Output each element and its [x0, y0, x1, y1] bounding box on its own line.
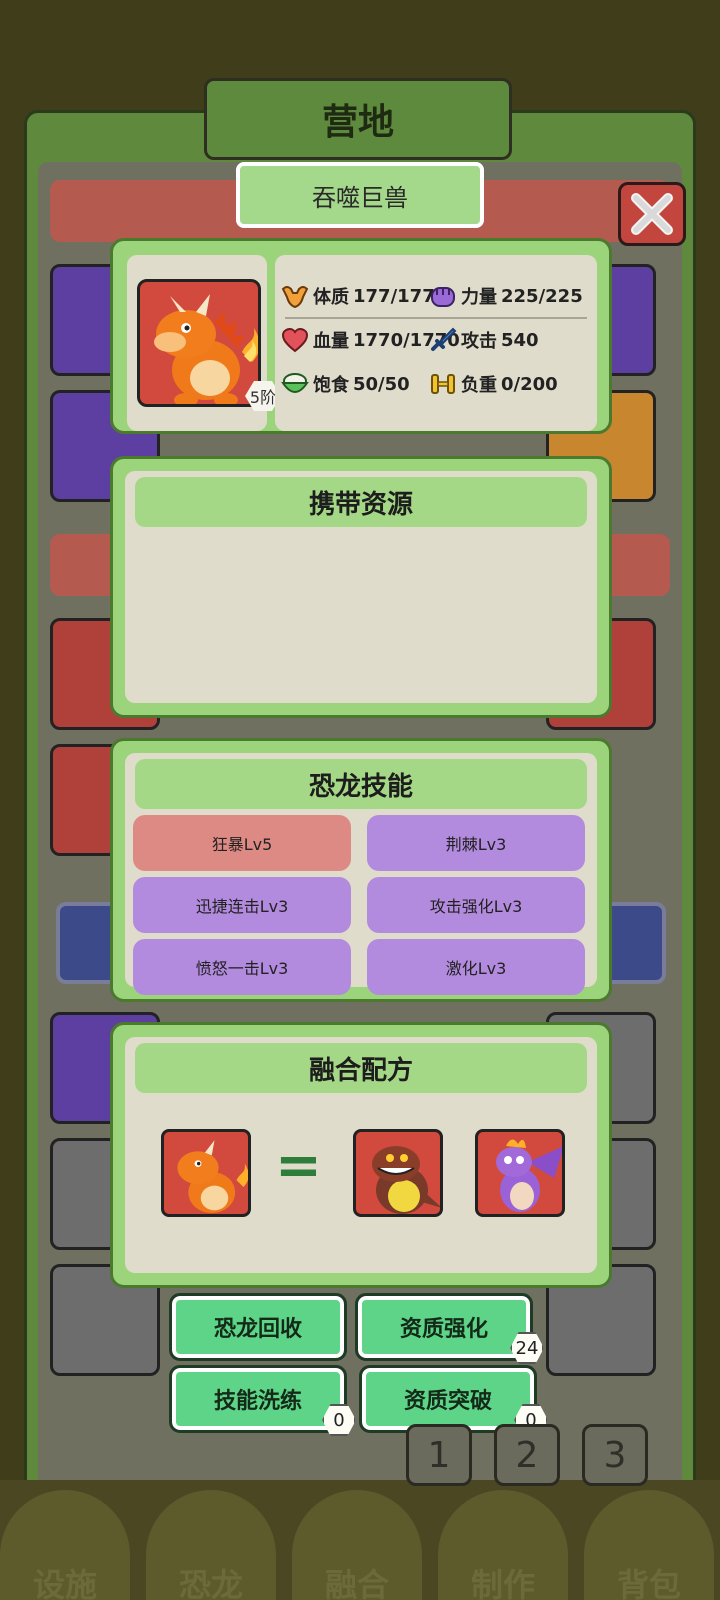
skill-item[interactable]: 迅捷连击Lv3 [133, 877, 351, 933]
skill-item[interactable]: 狂暴Lv5 [133, 815, 351, 871]
page-title: 营地 [204, 78, 512, 160]
dino-portrait [137, 279, 261, 407]
stat-label: 饱食 [313, 375, 349, 396]
portrait-frame: 5阶 [127, 255, 281, 431]
nav-label: 制作 [470, 1566, 535, 1600]
recipe-content: 融合配方 = [125, 1037, 597, 1273]
stat-value: 225/225 [501, 285, 583, 307]
sword-icon [431, 327, 457, 351]
recipe-result-slot[interactable] [161, 1129, 251, 1217]
skill-item[interactable]: 激化Lv3 [367, 939, 585, 995]
page-button-3[interactable]: 3 [582, 1424, 648, 1486]
skills-header: 恐龙技能 [135, 759, 587, 809]
page-button-1[interactable]: 1 [406, 1424, 472, 1486]
recipe-header: 融合配方 [135, 1043, 587, 1093]
close-button[interactable] [618, 182, 686, 246]
stat-value: 177/177 [353, 285, 435, 307]
stat-label: 力量 [461, 287, 497, 308]
stats-divider [285, 317, 587, 319]
skill-item[interactable]: 攻击强化Lv3 [367, 877, 585, 933]
muscle-icon [281, 286, 309, 309]
dumbbell-icon [431, 374, 455, 394]
nav-label: 融合 [324, 1566, 389, 1600]
close-icon [631, 193, 673, 235]
stat-value: 0/200 [501, 373, 558, 395]
recipe-panel: 融合配方 = [110, 1022, 612, 1288]
fire-dino-image [177, 1140, 248, 1214]
dino-name: 吞噬巨兽 [236, 162, 484, 228]
skill-reroll-button[interactable]: 技能洗练 [169, 1365, 347, 1433]
heart-icon [281, 327, 309, 353]
recipe-ingredient-slot[interactable] [353, 1129, 443, 1217]
stat-attack: 攻击 540 [429, 327, 539, 353]
equals-sign: = [275, 1133, 322, 1198]
page-button-2[interactable]: 2 [494, 1424, 560, 1486]
recycle-dino-button[interactable]: 恐龙回收 [169, 1293, 347, 1361]
lava-dino-image [372, 1146, 440, 1214]
enhance-aptitude-button[interactable]: 资质强化 [355, 1293, 533, 1361]
aptitude-breakthrough-button[interactable]: 资质突破 [359, 1365, 537, 1433]
stat-load: 负重 0/200 [429, 371, 558, 397]
stat-satiety: 饱食 50/50 [281, 371, 410, 397]
skill-item[interactable]: 荆棘Lv3 [367, 815, 585, 871]
nav-label: 恐龙 [178, 1566, 243, 1600]
stat-label: 体质 [313, 287, 349, 308]
stat-constitution: 体质 177/177 [281, 283, 435, 309]
stat-label: 负重 [461, 375, 497, 396]
stats-box: 体质 177/177 力量 225/225 血量 1770/1770 攻击 54… [275, 255, 597, 431]
recipe-ingredient-slot[interactable] [475, 1129, 565, 1217]
skills-content: 恐龙技能 狂暴Lv5 荆棘Lv3 迅捷连击Lv3 攻击强化Lv3 愤怒一击Lv3… [125, 753, 597, 995]
purple-dragon-image [496, 1139, 562, 1212]
resources-panel: 携带资源 [110, 456, 612, 718]
fist-icon [431, 287, 455, 307]
dino-stats-panel: 5阶 体质 177/177 力量 225/225 血量 1770/1770 攻击… [110, 238, 612, 434]
nav-label: 背包 [616, 1566, 681, 1600]
skill-item[interactable]: 愤怒一击Lv3 [133, 939, 351, 995]
food-bowl-icon [281, 373, 309, 393]
skills-panel: 恐龙技能 狂暴Lv5 荆棘Lv3 迅捷连击Lv3 攻击强化Lv3 愤怒一击Lv3… [110, 738, 612, 1002]
stat-label: 攻击 [461, 331, 497, 352]
resources-header: 携带资源 [135, 477, 587, 527]
resources-content: 携带资源 [125, 471, 597, 703]
nav-label: 设施 [32, 1566, 97, 1600]
stat-value: 540 [501, 329, 539, 351]
stat-value: 50/50 [353, 373, 410, 395]
stat-strength: 力量 225/225 [429, 283, 583, 309]
fire-dino-image [154, 294, 258, 404]
stat-label: 血量 [313, 331, 349, 352]
